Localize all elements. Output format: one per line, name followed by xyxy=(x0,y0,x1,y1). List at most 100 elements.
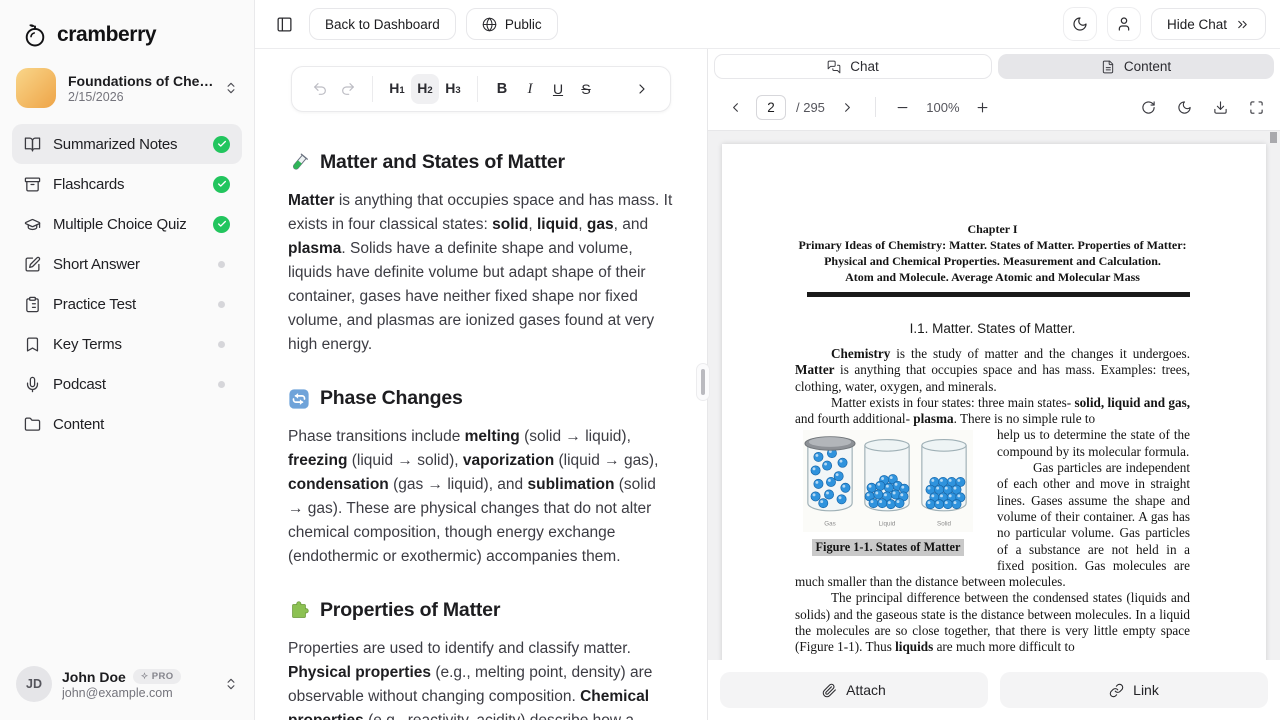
chevron-left-icon xyxy=(728,100,743,115)
book-open-icon xyxy=(24,136,41,153)
back-to-dashboard-button[interactable]: Back to Dashboard xyxy=(309,8,456,40)
attach-button[interactable]: Attach xyxy=(720,672,988,708)
link-icon xyxy=(1109,683,1124,698)
rotate-cw-icon xyxy=(1141,100,1156,115)
pdf-viewport: Chapter I Primary Ideas of Chemistry: Ma… xyxy=(708,131,1280,660)
heading-2-button[interactable]: H2 xyxy=(411,74,439,104)
hide-chat-button[interactable]: Hide Chat xyxy=(1151,8,1266,40)
status-pending-dot xyxy=(218,381,225,388)
strikethrough-button[interactable]: S xyxy=(572,74,600,104)
next-page-button[interactable] xyxy=(835,94,861,120)
notes-editor-pane: H1 H2 H3 B I U S xyxy=(255,49,708,720)
sidebar-item-key-terms[interactable]: Key Terms xyxy=(12,324,242,364)
sidebar-item-summarized-notes[interactable]: Summarized Notes xyxy=(12,124,242,164)
user-menu[interactable]: JD John Doe PRO john@example.com xyxy=(0,652,254,720)
figure-caption: Figure 1-1. States of Matter xyxy=(812,539,965,556)
refresh-button[interactable] xyxy=(1138,94,1158,120)
plus-icon xyxy=(975,100,990,115)
right-pane-tabs: Chat Content xyxy=(708,49,1280,84)
sparkle-icon xyxy=(140,672,149,681)
bold-button[interactable]: B xyxy=(488,74,516,104)
brand-logo: cramberry xyxy=(0,0,254,48)
chevrons-up-down-icon xyxy=(224,677,238,691)
pdf-body-text: Chemistry is the study of matter and the… xyxy=(795,346,1190,656)
redo-button[interactable] xyxy=(334,74,362,104)
note-section-heading: Properties of Matter xyxy=(288,599,674,622)
panel-left-icon xyxy=(276,16,293,33)
pdf-page: Chapter I Primary Ideas of Chemistry: Ma… xyxy=(722,144,1266,660)
sidebar-item-flashcards[interactable]: Flashcards xyxy=(12,164,242,204)
folder-icon xyxy=(24,416,41,433)
double-rule xyxy=(807,292,1190,297)
sidebar: cramberry Foundations of Che… 2/15/2026 … xyxy=(0,0,255,720)
chevrons-up-down-icon xyxy=(224,81,238,95)
link-button[interactable]: Link xyxy=(1000,672,1268,708)
theme-toggle-button[interactable] xyxy=(1063,7,1097,41)
chevron-right-icon xyxy=(840,100,855,115)
graduation-cap-icon xyxy=(24,216,41,233)
sidebar-item-short-answer[interactable]: Short Answer xyxy=(12,244,242,284)
cramberry-berry-icon xyxy=(22,22,48,48)
previous-page-button[interactable] xyxy=(722,94,748,120)
status-complete-badge xyxy=(213,176,230,193)
sidebar-item-content[interactable]: Content xyxy=(12,404,242,444)
zoom-in-button[interactable] xyxy=(970,94,996,120)
more-tools-button[interactable] xyxy=(628,74,656,104)
moon-icon xyxy=(1072,16,1088,32)
heading-1-button[interactable]: H1 xyxy=(383,74,411,104)
sidebar-item-multiple-choice-quiz[interactable]: Multiple Choice Quiz xyxy=(12,204,242,244)
sidebar-item-practice-test[interactable]: Practice Test xyxy=(12,284,242,324)
maximize-icon xyxy=(1249,100,1264,115)
public-button[interactable]: Public xyxy=(466,8,558,40)
underline-button[interactable]: U xyxy=(544,74,572,104)
gas-beaker-illustration: Gas xyxy=(804,431,856,531)
pane-resize-handle[interactable] xyxy=(696,363,710,401)
svg-text:Solid: Solid xyxy=(937,521,951,528)
sidebar-toggle-button[interactable] xyxy=(269,9,299,39)
sidebar-item-podcast[interactable]: Podcast xyxy=(12,364,242,404)
project-selector[interactable]: Foundations of Che… 2/15/2026 xyxy=(16,68,238,108)
pdf-paragraph: Chemistry is the study of matter and the… xyxy=(795,346,1190,395)
pdf-paragraph: Matter exists in four states: three main… xyxy=(795,395,1190,428)
fullscreen-button[interactable] xyxy=(1246,94,1266,120)
tab-content[interactable]: Content xyxy=(998,54,1274,79)
sidebar-nav: Summarized Notes Flashcards Multiple Cho… xyxy=(12,124,242,444)
italic-button[interactable]: I xyxy=(516,74,544,104)
minus-icon xyxy=(895,100,910,115)
status-complete-badge xyxy=(213,136,230,153)
user-icon xyxy=(1116,16,1132,32)
account-button[interactable] xyxy=(1107,7,1141,41)
attachment-bar: Attach Link xyxy=(708,660,1280,720)
tab-chat[interactable]: Chat xyxy=(714,54,992,79)
download-icon xyxy=(1213,100,1228,115)
download-button[interactable] xyxy=(1210,94,1230,120)
editor-content[interactable]: Matter and States of Matter Matter is an… xyxy=(255,112,707,720)
undo-button[interactable] xyxy=(306,74,334,104)
states-of-matter-figure: Gas Liquid xyxy=(803,430,973,556)
zoom-out-button[interactable] xyxy=(890,94,916,120)
brand-name: cramberry xyxy=(57,23,156,47)
pencil-square-icon xyxy=(24,256,41,273)
chevron-right-icon xyxy=(634,81,650,97)
globe-icon xyxy=(482,17,497,32)
page-number-input[interactable] xyxy=(756,95,786,120)
pdf-scrollbar-thumb[interactable] xyxy=(1270,132,1277,143)
pdf-toolbar: / 295 100% xyxy=(708,84,1280,131)
chat-bubbles-icon xyxy=(827,60,841,74)
project-date: 2/15/2026 xyxy=(68,90,212,104)
puzzle-emoji xyxy=(288,600,310,622)
app-window: cramberry Foundations of Che… 2/15/2026 … xyxy=(0,0,1280,720)
status-pending-dot xyxy=(218,341,225,348)
heading-3-button[interactable]: H3 xyxy=(439,74,467,104)
avatar: JD xyxy=(16,666,52,702)
bookmark-icon xyxy=(24,336,41,353)
chat-content-pane: Chat Content / 295 100% xyxy=(708,49,1280,720)
topbar: Back to Dashboard Public Hide Chat xyxy=(255,0,1280,49)
chevrons-right-icon xyxy=(1235,17,1250,32)
user-name: John Doe xyxy=(62,669,126,685)
paperclip-icon xyxy=(822,683,837,698)
pdf-theme-button[interactable] xyxy=(1174,94,1194,120)
repeat-emoji xyxy=(288,388,310,410)
status-pending-dot xyxy=(218,261,225,268)
note-paragraph: Matter is anything that occupies space a… xyxy=(288,189,674,357)
